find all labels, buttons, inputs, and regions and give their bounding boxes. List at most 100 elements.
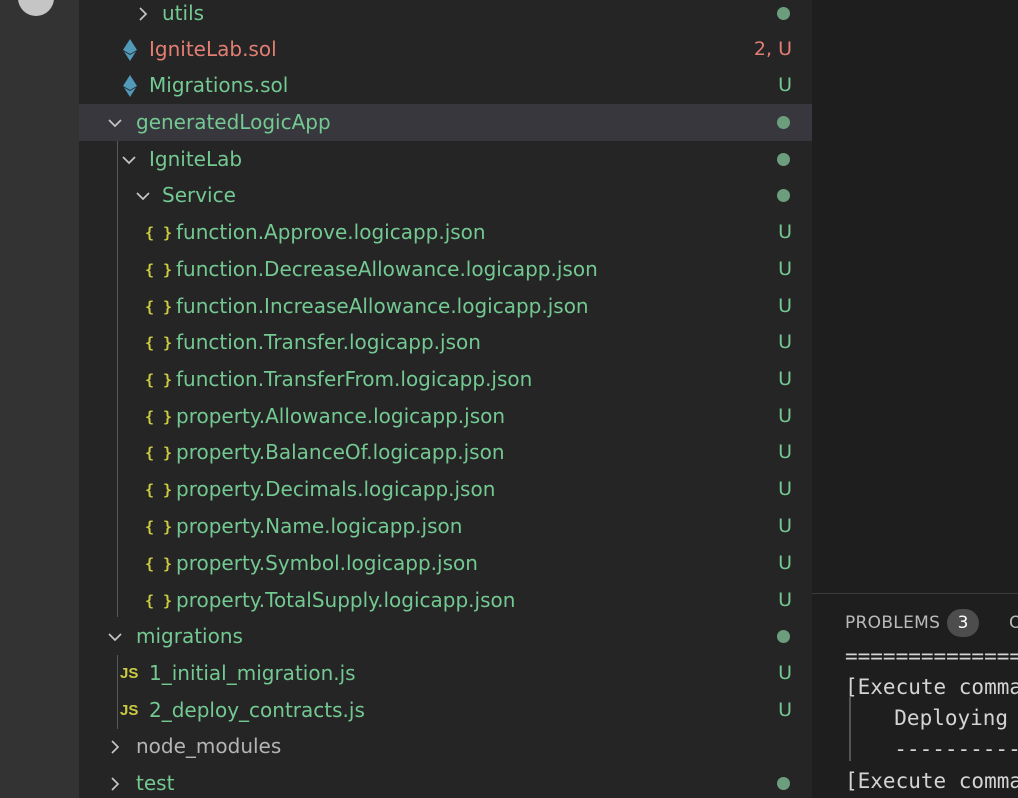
chevron-down-icon[interactable]: [105, 618, 125, 655]
file-item-property-name-logicapp-json[interactable]: { } property.Name.logicapp.json U: [79, 508, 812, 545]
git-status-badge: U: [778, 441, 792, 463]
chevron-down-icon[interactable]: [105, 104, 125, 141]
git-status-badge: 2, U: [753, 38, 792, 60]
json-braces-icon-glyph: { }: [145, 591, 173, 610]
item-label: Service: [162, 183, 236, 207]
terminal-line: [Execute comma: [845, 675, 1018, 699]
item-label: function.DecreaseAllowance.logicapp.json: [176, 257, 598, 281]
chevron-down-icon[interactable]: [119, 141, 139, 178]
file-item-1-initial-migration-js[interactable]: JS 1_initial_migration.js U: [79, 655, 812, 692]
item-label: property.Decimals.logicapp.json: [176, 477, 496, 501]
folder-item-utils[interactable]: utils: [79, 0, 812, 32]
terminal-group-bar: [849, 697, 851, 761]
activity-bar-icon[interactable]: [18, 0, 54, 16]
json-braces-icon: { }: [145, 508, 172, 545]
ethereum-icon: [123, 67, 137, 104]
git-status-badge: U: [778, 368, 792, 390]
js-file-icon-glyph: JS: [120, 702, 139, 719]
item-label: function.TransferFrom.logicapp.json: [176, 367, 533, 391]
folder-item-generatedlogicapp[interactable]: generatedLogicApp: [79, 104, 812, 141]
json-braces-icon: { }: [145, 471, 172, 508]
ethereum-icon: [123, 31, 137, 68]
item-label: IgniteLab.sol: [149, 37, 277, 61]
js-file-icon: JS: [120, 692, 138, 729]
modified-dot-icon: [777, 189, 790, 202]
git-status-badge: U: [778, 74, 792, 96]
file-item-function-transferfrom-logicapp-json[interactable]: { } function.TransferFrom.logicapp.json U: [79, 361, 812, 398]
git-status-badge: U: [778, 405, 792, 427]
git-status-badge: U: [778, 295, 792, 317]
problems-count-badge: 3: [947, 609, 979, 637]
modified-dot-icon: [777, 630, 790, 643]
file-item-function-approve-logicapp-json[interactable]: { } function.Approve.logicapp.json U: [79, 214, 812, 251]
git-status-badge: U: [778, 662, 792, 684]
item-label: 1_initial_migration.js: [149, 661, 356, 685]
chevron-right-icon[interactable]: [105, 765, 125, 798]
json-braces-icon: { }: [145, 361, 172, 398]
json-braces-icon: { }: [145, 398, 172, 435]
json-braces-icon-glyph: { }: [145, 297, 173, 316]
file-item-ignitelab-sol[interactable]: IgniteLab.sol 2, U: [79, 31, 812, 68]
item-label: function.Approve.logicapp.json: [176, 220, 486, 244]
folder-item-ignitelab[interactable]: IgniteLab: [79, 141, 812, 178]
git-status-badge: U: [778, 258, 792, 280]
git-status-badge: U: [778, 478, 792, 500]
tab-output[interactable]: O: [1009, 594, 1018, 652]
item-label: function.IncreaseAllowance.logicapp.json: [176, 294, 589, 318]
json-braces-icon: { }: [145, 324, 172, 361]
terminal-output[interactable]: ============== [Execute comma Deploying …: [812, 651, 1018, 798]
folder-item-test[interactable]: test: [79, 765, 812, 798]
panel-tab-bar: PROBLEMS 3 O: [812, 593, 1018, 652]
git-status-badge: U: [778, 221, 792, 243]
terminal-line: [Execute comma: [845, 769, 1018, 793]
git-status-badge: U: [778, 331, 792, 353]
file-item-function-transfer-logicapp-json[interactable]: { } function.Transfer.logicapp.json U: [79, 324, 812, 361]
folder-item-node-modules[interactable]: node_modules: [79, 728, 812, 765]
item-label: function.Transfer.logicapp.json: [176, 330, 481, 354]
json-braces-icon-glyph: { }: [145, 517, 173, 536]
js-file-icon-glyph: JS: [120, 665, 139, 682]
json-braces-icon: { }: [145, 214, 172, 251]
activity-bar: [0, 0, 79, 798]
terminal-line: -----------: [869, 737, 1018, 761]
file-item-property-decimals-logicapp-json[interactable]: { } property.Decimals.logicapp.json U: [79, 471, 812, 508]
file-item-2-deploy-contracts-js[interactable]: JS 2_deploy_contracts.js U: [79, 692, 812, 729]
terminal-line: ==============: [845, 651, 1018, 668]
folder-item-service[interactable]: Service: [79, 177, 812, 214]
git-status-badge: U: [778, 552, 792, 574]
chevron-right-icon[interactable]: [133, 0, 153, 32]
js-file-icon: JS: [120, 655, 138, 692]
file-item-function-increaseallowance-logicapp-json[interactable]: { } function.IncreaseAllowance.logicapp.j…: [79, 288, 812, 325]
git-status-badge: U: [778, 515, 792, 537]
item-label: property.TotalSupply.logicapp.json: [176, 588, 516, 612]
item-label: IgniteLab: [149, 147, 243, 171]
chevron-right-icon[interactable]: [105, 728, 125, 765]
item-label: property.BalanceOf.logicapp.json: [176, 440, 505, 464]
tab-problems[interactable]: PROBLEMS: [845, 594, 940, 652]
file-item-property-allowance-logicapp-json[interactable]: { } property.Allowance.logicapp.json U: [79, 398, 812, 435]
item-label: utils: [162, 1, 205, 25]
file-item-function-decreaseallowance-logicapp-json[interactable]: { } function.DecreaseAllowance.logicapp.j…: [79, 251, 812, 288]
file-explorer: utils IgniteLab.sol 2, U Migrations.sol U gen…: [79, 0, 812, 798]
json-braces-icon: { }: [145, 582, 172, 619]
item-label: 2_deploy_contracts.js: [149, 698, 365, 722]
file-item-property-balanceof-logicapp-json[interactable]: { } property.BalanceOf.logicapp.json U: [79, 434, 812, 471]
json-braces-icon: { }: [145, 434, 172, 471]
json-braces-icon-glyph: { }: [145, 443, 173, 462]
file-item-property-symbol-logicapp-json[interactable]: { } property.Symbol.logicapp.json U: [79, 545, 812, 582]
item-label: generatedLogicApp: [136, 110, 331, 134]
item-label: property.Allowance.logicapp.json: [176, 404, 506, 428]
json-braces-icon-glyph: { }: [145, 333, 173, 352]
json-braces-icon-glyph: { }: [145, 260, 173, 279]
item-label: node_modules: [136, 734, 282, 758]
json-braces-icon: { }: [145, 251, 172, 288]
chevron-down-icon[interactable]: [133, 177, 153, 214]
item-label: migrations: [136, 624, 243, 648]
file-item-migrations-sol[interactable]: Migrations.sol U: [79, 67, 812, 104]
modified-dot-icon: [777, 116, 790, 129]
modified-dot-icon: [777, 777, 790, 790]
json-braces-icon-glyph: { }: [145, 407, 173, 426]
folder-item-migrations[interactable]: migrations: [79, 618, 812, 655]
json-braces-icon: { }: [145, 545, 172, 582]
file-item-property-totalsupply-logicapp-json[interactable]: { } property.TotalSupply.logicapp.json U: [79, 582, 812, 619]
